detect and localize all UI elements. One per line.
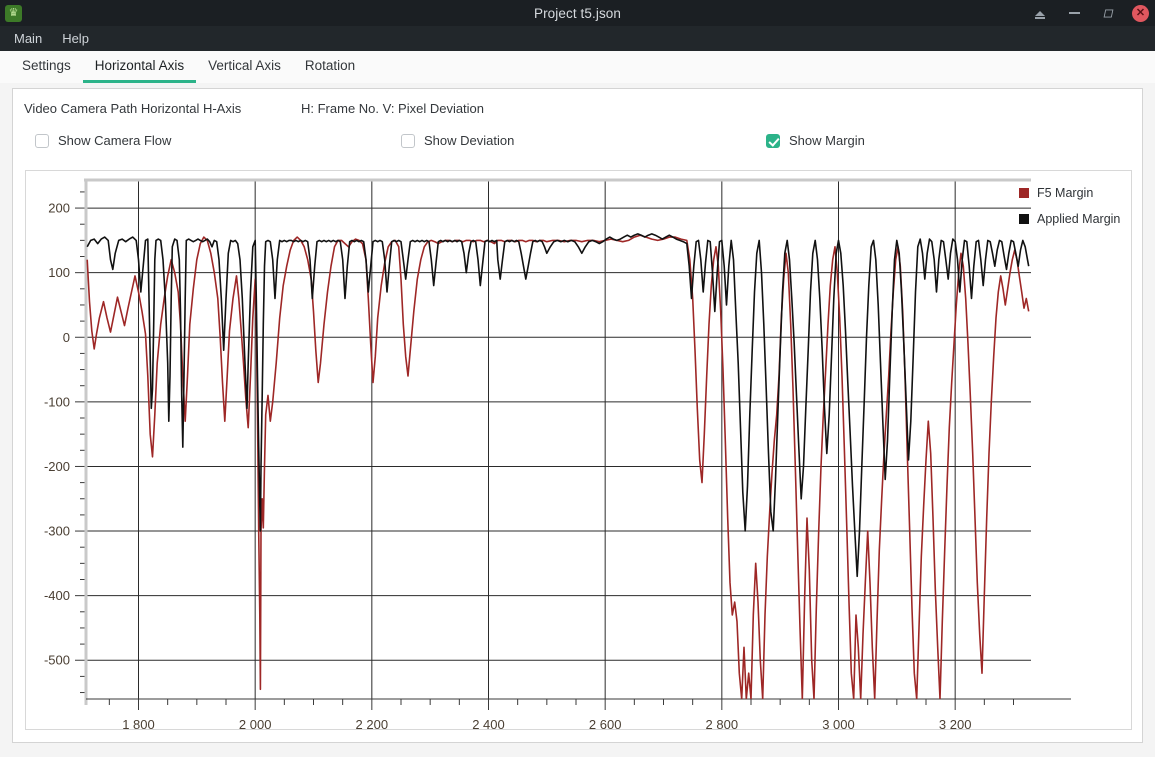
legend-item-f5-margin[interactable]: F5 Margin bbox=[1019, 180, 1127, 206]
window-controls: ✕ bbox=[1030, 0, 1149, 26]
checkbox-label: Show Camera Flow bbox=[58, 133, 172, 148]
svg-text:200: 200 bbox=[48, 201, 70, 216]
eject-icon[interactable] bbox=[1030, 3, 1050, 23]
window-title: Project t5.json bbox=[533, 5, 622, 21]
svg-text:2 400: 2 400 bbox=[472, 717, 505, 729]
window-titlebar: ♛ Project t5.json ✕ bbox=[0, 0, 1155, 26]
legend-label: F5 Margin bbox=[1037, 186, 1094, 200]
svg-text:2 800: 2 800 bbox=[706, 717, 739, 729]
svg-text:-100: -100 bbox=[44, 394, 70, 409]
app-icon: ♛ bbox=[5, 4, 22, 22]
legend-swatch-f5-margin bbox=[1019, 188, 1029, 198]
menu-item-main[interactable]: Main bbox=[8, 29, 48, 48]
menu-item-help[interactable]: Help bbox=[56, 29, 95, 48]
close-icon[interactable]: ✕ bbox=[1132, 4, 1149, 22]
tab-rotation[interactable]: Rotation bbox=[293, 53, 367, 83]
menubar: Main Help bbox=[0, 26, 1155, 51]
svg-text:2 000: 2 000 bbox=[239, 717, 272, 729]
checkbox-box[interactable] bbox=[766, 133, 780, 148]
svg-text:-300: -300 bbox=[44, 524, 70, 539]
checkbox-label: Show Margin bbox=[789, 133, 865, 148]
maximize-icon[interactable] bbox=[1098, 3, 1118, 23]
chart-heading-right: H: Frame No. V: Pixel Deviation bbox=[301, 101, 485, 116]
chart-options-row: Show Camera Flow Show Deviation Show Mar… bbox=[13, 133, 1142, 155]
svg-text:1 800: 1 800 bbox=[122, 717, 155, 729]
svg-text:-400: -400 bbox=[44, 588, 70, 603]
minimize-icon[interactable] bbox=[1064, 3, 1084, 23]
svg-text:2 600: 2 600 bbox=[589, 717, 622, 729]
checkbox-show-margin[interactable]: Show Margin bbox=[766, 133, 865, 148]
svg-text:3 000: 3 000 bbox=[822, 717, 855, 729]
legend-item-applied-margin[interactable]: Applied Margin bbox=[1019, 206, 1127, 232]
svg-text:3 200: 3 200 bbox=[939, 717, 972, 729]
checkbox-show-deviation[interactable]: Show Deviation bbox=[401, 133, 514, 148]
checkbox-box[interactable] bbox=[401, 133, 415, 148]
chart-panel[interactable]: 200 100 0 -100 -200 -300 -400 -500 1 800 2 000 2 2… bbox=[25, 170, 1132, 730]
svg-text:-500: -500 bbox=[44, 653, 70, 668]
tab-settings[interactable]: Settings bbox=[10, 53, 83, 83]
chart-canvas[interactable]: 200 100 0 -100 -200 -300 -400 -500 1 800 2 000 2 2… bbox=[26, 171, 1131, 729]
tab-horizontal-axis[interactable]: Horizontal Axis bbox=[82, 53, 197, 83]
svg-text:2 200: 2 200 bbox=[356, 717, 389, 729]
tab-vertical-axis[interactable]: Vertical Axis bbox=[196, 53, 293, 83]
checkbox-box[interactable] bbox=[35, 133, 49, 148]
chart-headings: Video Camera Path Horizontal H-Axis H: F… bbox=[13, 101, 1142, 121]
legend-swatch-applied-margin bbox=[1019, 214, 1029, 224]
svg-text:0: 0 bbox=[63, 330, 70, 345]
svg-text:-200: -200 bbox=[44, 459, 70, 474]
chart-heading-left: Video Camera Path Horizontal H-Axis bbox=[24, 101, 242, 116]
tabstrip: Settings Horizontal Axis Vertical Axis R… bbox=[0, 51, 1155, 83]
chart-legend: F5 Margin Applied Margin bbox=[1011, 174, 1131, 238]
svg-text:100: 100 bbox=[48, 265, 70, 280]
tab-content-panel: Video Camera Path Horizontal H-Axis H: F… bbox=[12, 88, 1143, 743]
checkbox-show-camera-flow[interactable]: Show Camera Flow bbox=[35, 133, 171, 148]
checkbox-label: Show Deviation bbox=[424, 133, 515, 148]
legend-label: Applied Margin bbox=[1037, 212, 1121, 226]
